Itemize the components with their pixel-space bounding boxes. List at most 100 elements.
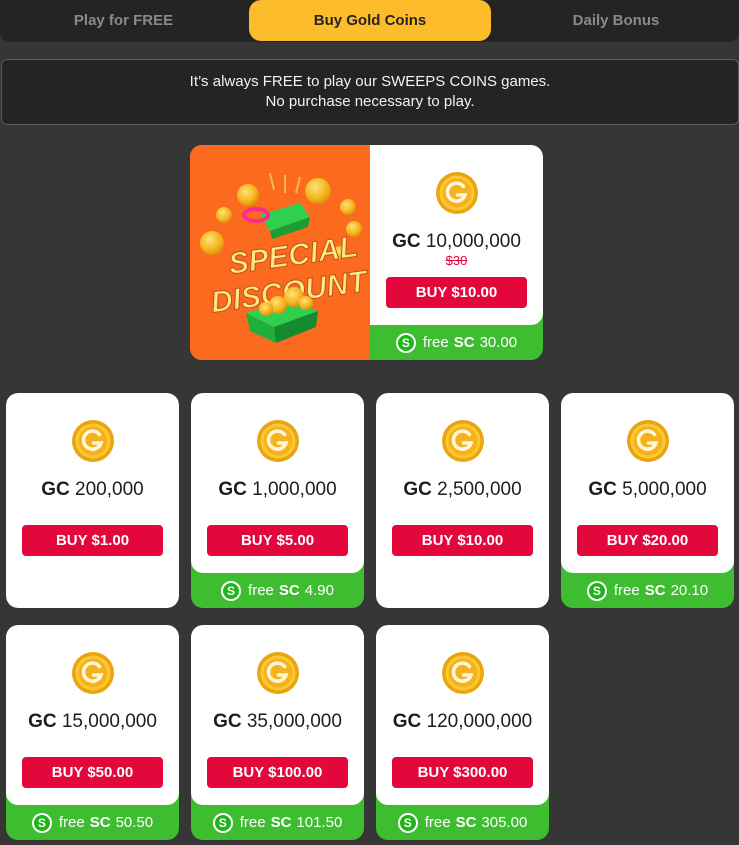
gc-label: GC [218,479,247,500]
featured-package-body: GC 10,000,000 $30 BUY $10.00 [370,145,543,325]
gc-label: GC [41,479,70,500]
buy-label: BUY $50.00 [51,764,134,781]
package-body: GC 15,000,000 BUY $50.00 [6,625,179,805]
free-label: free [248,582,274,599]
free-sc-bonus: S free SC 30.00 [370,325,543,360]
buy-button[interactable]: BUY $20.00 [577,525,718,556]
sc-label: SC [644,582,666,599]
tab-daily-bonus[interactable]: Daily Bonus [493,0,739,41]
tab-label: Buy Gold Coins [313,12,427,29]
free-label: free [239,814,266,831]
sweeps-coin-letter: S [399,814,416,831]
buy-button[interactable]: BUY $1.00 [22,525,163,556]
gc-value: 5,000,000 [622,479,707,500]
package-card: GC 1,000,000 BUY $5.00 S free SC 4.90 [191,393,364,608]
package-body: GC 35,000,000 BUY $100.00 [191,625,364,805]
package-body: GC 120,000,000 BUY $300.00 [376,625,549,805]
package-card: GC 2,500,000 BUY $10.00 [376,393,549,608]
buy-label: BUY $20.00 [606,532,689,549]
old-price: $30 [445,253,468,268]
notice-line-2: No purchase necessary to play. [265,93,475,110]
free-label: free [58,814,85,831]
free-sc-bonus: S free SC 50.50 [6,805,179,840]
tab-buy-gold-coins[interactable]: Buy Gold Coins [249,0,491,41]
tab-label: Daily Bonus [572,12,660,29]
gc-label: GC [28,711,57,732]
gc-amount: GC 2,500,000 [376,479,549,501]
package-body: GC 2,500,000 BUY $10.00 [376,393,549,608]
sweeps-coin-icon: S [221,580,242,601]
featured-package-card: SPECIAL DISCOUNT GC 10,000,000 $30 BUY $… [190,145,543,360]
package-card: GC 120,000,000 BUY $300.00 S free SC 305… [376,625,549,840]
sweeps-coin-icon: S [31,812,52,833]
free-label: free [424,814,451,831]
buy-label: BUY $10.00 [421,532,504,549]
package-card: GC 35,000,000 BUY $100.00 S free SC 101.… [191,625,364,840]
package-card: GC 200,000 BUY $1.00 [6,393,179,608]
gc-label: GC [392,711,422,732]
tab-bar: Play for FREE Buy Gold Coins Daily Bonus [0,0,739,42]
free-label: free [422,334,449,351]
gc-value: 10,000,000 [425,231,521,252]
buy-button[interactable]: BUY $5.00 [207,525,348,556]
gc-amount: GC 200,000 [6,479,179,501]
buy-label: BUY $5.00 [240,532,315,549]
gold-coin-icon [435,172,478,214]
gc-label: GC [213,711,242,732]
sweeps-coin-letter: S [214,814,231,831]
special-discount-illustration: SPECIAL DISCOUNT [190,145,372,360]
gc-amount: GC 15,000,000 [6,711,179,733]
gc-value: 120,000,000 [426,711,533,732]
buy-label: BUY $1.00 [55,532,130,549]
gc-label: GC [588,479,617,500]
buy-label: BUY $300.00 [417,764,508,781]
gold-coin-icon [71,652,114,694]
free-sc-bonus: S free SC 305.00 [376,805,549,840]
sweeps-coin-icon: S [397,812,418,833]
buy-button[interactable]: BUY $10.00 [392,525,533,556]
sc-value: 4.90 [304,582,334,599]
package-body: GC 200,000 BUY $1.00 [6,393,179,608]
tab-play-for-free[interactable]: Play for FREE [0,0,247,41]
gold-coin-icon [441,652,484,694]
free-play-notice: It’s always FREE to play our SWEEPS COIN… [1,59,739,125]
sc-value: 50.50 [115,814,154,831]
sweeps-coin-icon: S [395,332,416,353]
buy-label: BUY $10.00 [415,284,498,301]
sc-value: 305.00 [481,814,528,831]
gc-value: 15,000,000 [61,711,157,732]
package-body: GC 5,000,000 BUY $20.00 [561,393,734,573]
package-body: GC 1,000,000 BUY $5.00 [191,393,364,573]
gc-value: 1,000,000 [252,479,337,500]
buy-label: BUY $100.00 [232,764,323,781]
gc-label: GC [392,231,421,252]
gold-coin-icon [256,652,299,694]
gold-coin-icon [71,420,114,462]
sc-label: SC [278,582,300,599]
gc-amount: GC 35,000,000 [191,711,364,733]
sc-value: 101.50 [296,814,343,831]
buy-button[interactable]: BUY $100.00 [207,757,348,788]
buy-button[interactable]: BUY $300.00 [392,757,533,788]
tab-label: Play for FREE [73,12,174,29]
sweeps-coin-letter: S [588,582,605,599]
buy-button[interactable]: BUY $50.00 [22,757,163,788]
sweeps-coin-letter: S [33,814,50,831]
free-sc-bonus: S free SC 101.50 [191,805,364,840]
gc-label: GC [403,479,432,500]
package-card: GC 15,000,000 BUY $50.00 S free SC 50.50 [6,625,179,840]
gold-coin-icon [626,420,669,462]
gc-amount: GC 120,000,000 [376,711,549,733]
sc-value: 30.00 [479,334,518,351]
sc-label: SC [89,814,111,831]
gold-coin-icon [256,420,299,462]
buy-button[interactable]: BUY $10.00 [386,277,527,308]
sweeps-coin-icon: S [586,580,607,601]
sc-value: 20.10 [670,582,709,599]
sweeps-coin-icon: S [212,812,233,833]
free-sc-bonus: S free SC 20.10 [561,573,734,608]
package-card: GC 5,000,000 BUY $20.00 S free SC 20.10 [561,393,734,608]
gc-value: 200,000 [75,479,144,500]
sc-label: SC [453,334,475,351]
free-sc-bonus: S free SC 4.90 [191,573,364,608]
